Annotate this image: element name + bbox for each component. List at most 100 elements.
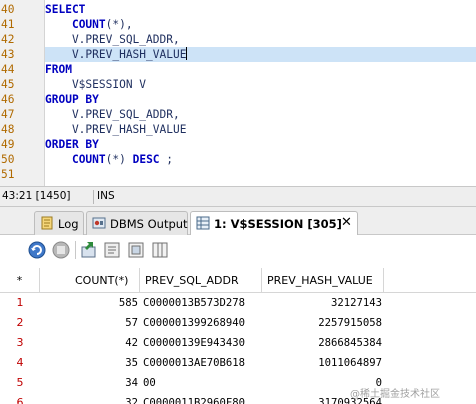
code-area[interactable]: SELECT COUNT(*), V.PREV_SQL_ADDR, V.PREV… [45,0,476,186]
row-number[interactable]: 1 [0,293,40,313]
code-line[interactable]: V.PREV_HASH_VALUE [45,122,476,137]
cell-count[interactable]: 585 [70,293,138,313]
sql-keyword: GROUP BY [45,93,99,106]
sql-function: COUNT [71,153,106,166]
columns-icon[interactable] [150,239,172,261]
editor-status-bar: 43:21 [1450] INS [0,186,476,207]
close-icon[interactable]: ✕ [341,216,352,230]
sql-keyword: SELECT [45,3,86,16]
dbms-output-icon [92,217,106,229]
sql-keyword: ORDER BY [45,138,99,151]
line-number: 42 [1,33,15,46]
tab-v-session-label: 1: V$SESSION [305] [214,217,342,231]
line-number: 51 [1,168,15,181]
cell-count[interactable]: 42 [70,333,138,353]
code-line[interactable]: V.PREV_SQL_ADDR, [45,32,476,47]
cell-prev-sql-addr[interactable]: C0000013AE70B618 [143,353,261,373]
cell-prev-sql-addr[interactable]: C00000139E943430 [143,333,261,353]
code-line[interactable]: V$SESSION V [45,77,476,92]
cell-prev-hash-value[interactable]: 2866845384 [262,333,382,353]
log-icon [41,216,53,230]
code-line[interactable]: GROUP BY [45,92,476,107]
result-grid[interactable]: * COUNT(*) PREV_SQL_ADDR PREV_HASH_VALUE… [0,265,476,404]
line-number-gutter: 40 41 42 43 44 45 46 47 48 49 50 51 [0,0,45,186]
output-tab-bar: Log DBMS Output 1: V$SESSION [305] ✕ [0,207,476,236]
row-number[interactable]: 2 [0,313,40,333]
filter-icon[interactable] [102,239,124,261]
status-divider [93,190,94,204]
cell-count[interactable]: 57 [70,313,138,333]
grid-header-row: * COUNT(*) PREV_SQL_ADDR PREV_HASH_VALUE [0,268,476,293]
sql-keyword: FROM [45,63,72,76]
cell-prev-hash-value[interactable]: 2257915058 [262,313,382,333]
column-header-prev-hash-value[interactable]: PREV_HASH_VALUE [262,268,384,293]
table-row[interactable]: 1 585 C0000013B573D278 32127143 [0,293,476,313]
table-row[interactable]: 4 35 C0000013AE70B618 1011064897 [0,353,476,373]
sql-text: (*), [105,18,133,31]
insert-mode-indicator[interactable]: INS [97,190,115,202]
row-number[interactable]: 5 [0,373,40,393]
row-header-corner[interactable]: * [0,268,40,293]
row-number[interactable]: 3 [0,333,40,353]
sql-text: V$SESSION V [45,78,147,91]
result-toolbar [0,235,476,265]
tab-log-label: Log [58,217,79,231]
sql-text: V.PREV_SQL_ADDR, [45,108,180,121]
code-line[interactable]: FROM [45,62,476,77]
cell-count[interactable]: 34 [70,373,138,393]
sql-text: V.PREV_HASH_VALUE [45,123,187,136]
cursor-position: 43:21 [1450] [2,190,71,202]
code-line[interactable]: COUNT(*) DESC ; [45,152,476,167]
line-number: 48 [1,123,15,136]
cell-prev-sql-addr[interactable]: C000001399268940 [143,313,261,333]
table-row[interactable]: 2 57 C000001399268940 2257915058 [0,313,476,333]
cell-prev-sql-addr[interactable]: 00 [143,373,261,393]
tab-log[interactable]: Log [34,211,84,235]
toolbar-divider [75,241,76,259]
tab-v-session-result[interactable]: 1: V$SESSION [305] ✕ [190,211,358,236]
tab-dbms-output-label: DBMS Output [110,217,188,231]
line-number: 44 [1,63,15,76]
sort-icon[interactable] [126,239,148,261]
sql-text: ; [159,153,174,166]
column-header-prev-sql-addr[interactable]: PREV_SQL_ADDR [140,268,262,293]
line-number: 47 [1,108,15,121]
row-number[interactable]: 6 [0,393,40,404]
stop-icon[interactable] [50,239,72,261]
cell-prev-hash-value[interactable]: 32127143 [262,293,382,313]
line-number: 41 [1,18,15,31]
tab-dbms-output[interactable]: DBMS Output [86,211,188,235]
text-caret [186,47,188,60]
sql-text: V.PREV_HASH_VALUE [45,48,187,61]
line-number: 45 [1,78,15,91]
line-number: 49 [1,138,15,151]
code-line[interactable]: V.PREV_SQL_ADDR, [45,107,476,122]
code-line[interactable]: V.PREV_HASH_VALUE [45,47,476,62]
cell-prev-hash-value[interactable]: 1011064897 [262,353,382,373]
cell-count[interactable]: 35 [70,353,138,373]
sql-text: (*) [105,153,133,166]
code-line[interactable]: SELECT [45,2,476,17]
code-line[interactable]: ORDER BY [45,137,476,152]
cell-prev-sql-addr[interactable]: C0000011B2960F80 [143,393,261,404]
table-row[interactable]: 3 42 C00000139E943430 2866845384 [0,333,476,353]
export-icon[interactable] [78,239,100,261]
column-header-count[interactable]: COUNT(*) [70,268,140,293]
sql-keyword: DESC [132,153,160,166]
line-number: 50 [1,153,15,166]
line-number: 46 [1,93,15,106]
row-number[interactable]: 4 [0,353,40,373]
line-number: 43 [1,48,15,61]
code-line[interactable]: COUNT(*), [45,17,476,32]
line-number: 40 [1,3,15,16]
sql-editor[interactable]: 40 41 42 43 44 45 46 47 48 49 50 51 SELECT COUNT(*)… [0,0,476,186]
code-line[interactable] [45,167,476,182]
refresh-icon[interactable] [26,239,48,261]
cell-prev-sql-addr[interactable]: C0000013B573D278 [143,293,261,313]
sql-text: V.PREV_SQL_ADDR, [45,33,180,46]
cell-count[interactable]: 32 [70,393,138,404]
sql-function: COUNT [71,18,106,31]
watermark: @稀土掘金技术社区 [350,389,440,400]
